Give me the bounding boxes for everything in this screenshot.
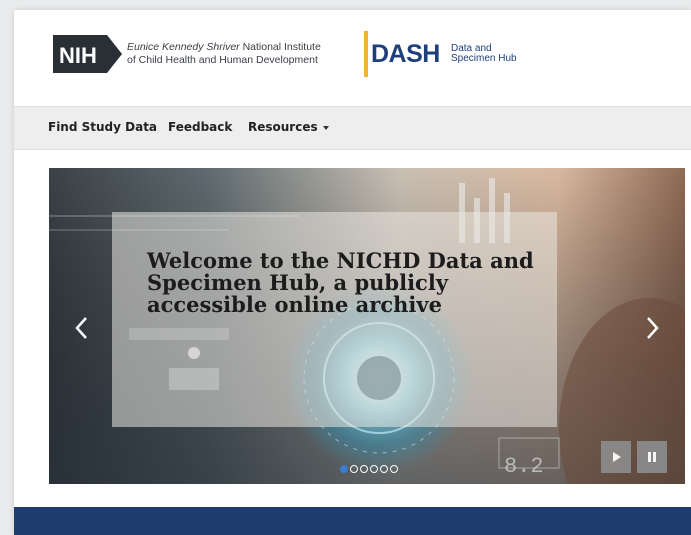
slide-dot[interactable] [380,465,388,473]
play-button[interactable] [601,441,631,473]
nav-find-study-data[interactable]: Find Study Data [48,120,157,134]
nih-logo-text: NIH [59,43,97,68]
main-nav: Find Study Data Feedback Resources [14,106,691,150]
slide-indicators [340,460,400,473]
institute-line1-italic: Eunice Kennedy Shriver [127,41,240,53]
slide-dot[interactable] [370,465,378,473]
dash-sub-line2: Specimen Hub [451,53,517,64]
nav-resources[interactable]: Resources [248,120,329,134]
slide-caption: Welcome to the NICHD Data and Specimen H… [147,248,534,317]
pause-button[interactable] [637,441,667,473]
slide-dot[interactable] [340,465,348,473]
caret-down-icon [322,125,329,130]
nav-feedback[interactable]: Feedback [168,120,232,134]
institute-line1-rest: National Institute [242,41,321,53]
slide-dot[interactable] [350,465,358,473]
play-icon [613,452,621,462]
content-band [14,507,691,535]
pause-icon [648,452,656,462]
site-header: NIH Eunice Kennedy Shriver National Inst… [14,10,691,106]
chevron-left-icon[interactable] [71,313,93,343]
dash-logo-word[interactable]: DASH [371,40,440,69]
page-container: NIH Eunice Kennedy Shriver National Inst… [14,10,691,535]
dash-logo-subtitle: Data and Specimen Hub [451,44,517,64]
hero-carousel: 8.2 Welcome to the NICHD Data and Specim… [49,168,685,484]
institute-line2: of Child Health and Human Development [127,54,318,66]
svg-text:8.2: 8.2 [504,454,544,479]
dash-accent-bar [364,31,368,77]
slide-dot[interactable] [390,465,398,473]
chevron-right-icon[interactable] [641,313,663,343]
caption-box [112,212,557,427]
slide-dot[interactable] [360,465,368,473]
nav-resources-label: Resources [248,120,318,134]
institute-name: Eunice Kennedy Shriver National Institut… [127,41,321,67]
nih-logo[interactable]: NIH [51,33,124,75]
